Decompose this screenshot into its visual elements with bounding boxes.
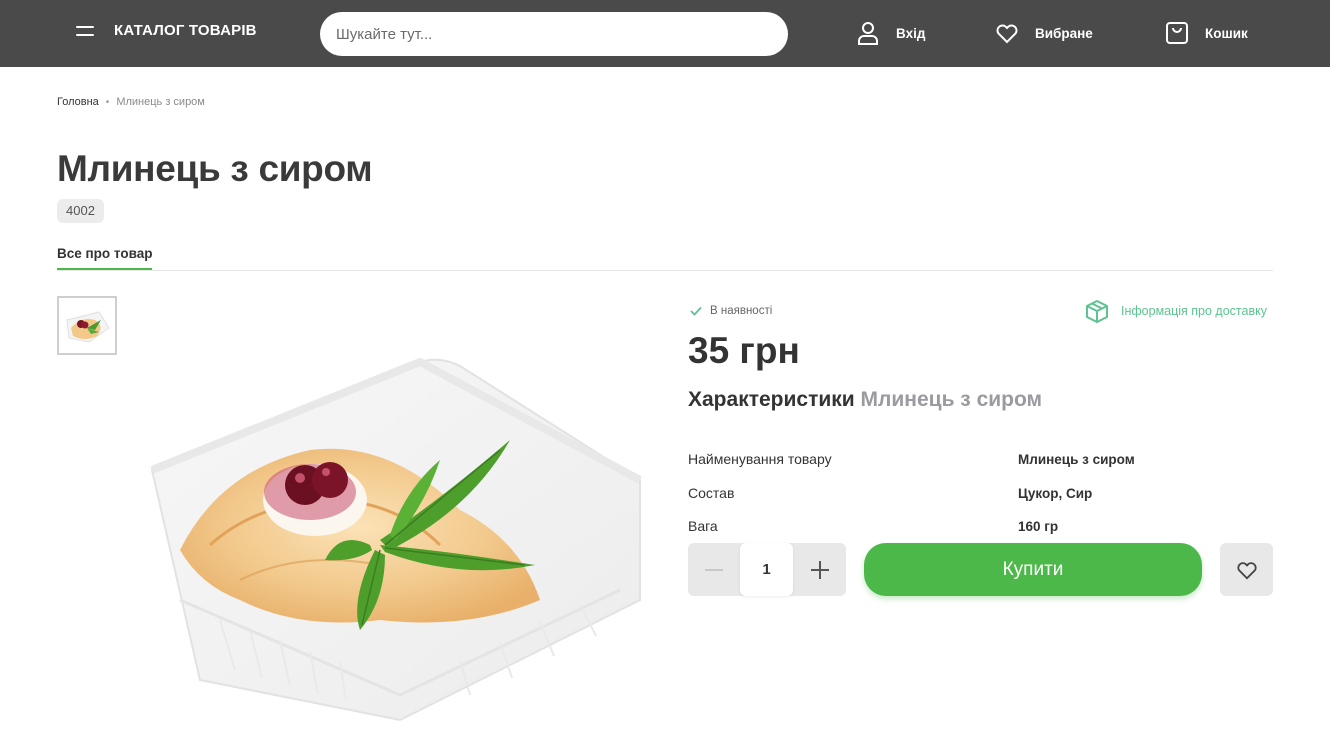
spec-value: Млинець з сиром [1018, 452, 1135, 467]
product-thumbnail[interactable] [57, 296, 117, 355]
add-to-favorites-button[interactable] [1220, 543, 1273, 596]
shopping-bag-icon [1166, 22, 1188, 44]
spec-label: Вага [688, 518, 718, 534]
spec-label: Найменування товару [688, 451, 832, 467]
breadcrumb: Головна • Млинець з сиром [57, 96, 205, 108]
delivery-info-link[interactable]: Інформація про доставку [1083, 297, 1267, 325]
product-price: 35 грн [688, 330, 800, 371]
delivery-info-label: Інформація про доставку [1121, 304, 1267, 318]
spec-value: 160 гр [1018, 519, 1059, 534]
buy-button[interactable]: Купити [864, 543, 1202, 596]
product-sku-badge: 4002 [57, 199, 104, 223]
quantity-input[interactable] [740, 543, 793, 596]
cart-button[interactable]: Кошик [1165, 20, 1248, 46]
product-main-image [140, 300, 660, 730]
catalog-menu-button[interactable]: КАТАЛОГ ТОВАРІВ [76, 22, 257, 39]
favorites-label: Вибране [1035, 25, 1093, 41]
product-title: Млинець з сиром [57, 148, 373, 189]
characteristics-title: Характеристики [688, 388, 855, 411]
thumbnail-image [59, 298, 115, 353]
search-input[interactable] [320, 12, 788, 56]
breadcrumb-home-link[interactable]: Головна [57, 96, 99, 108]
checkmark-icon [690, 306, 702, 316]
decrease-quantity-button[interactable] [688, 543, 740, 596]
site-header: КАТАЛОГ ТОВАРІВ Вхід Вибране Кошик [0, 0, 1330, 67]
plus-icon [811, 560, 829, 579]
characteristics-heading: Характеристики Млинець з сиром [688, 388, 1042, 412]
spec-value: Цукор, Сир [1018, 486, 1093, 501]
spec-label: Состав [688, 485, 735, 501]
characteristics-subject: Млинець з сиром [860, 388, 1043, 411]
minus-icon [705, 568, 723, 571]
catalog-label: КАТАЛОГ ТОВАРІВ [114, 22, 257, 39]
login-label: Вхід [896, 25, 926, 41]
tab-all-about-product[interactable]: Все про товар [57, 246, 153, 271]
user-icon [858, 22, 878, 45]
breadcrumb-current: Млинець з сиром [116, 96, 205, 108]
tab-divider [57, 270, 1273, 271]
package-box-icon [1086, 300, 1108, 323]
menu-icon [76, 24, 96, 38]
stock-status: В наявності [690, 305, 772, 317]
heart-icon [1236, 561, 1257, 580]
breadcrumb-separator: • [105, 96, 110, 108]
login-button[interactable]: Вхід [856, 20, 925, 46]
increase-quantity-button[interactable] [794, 543, 846, 596]
cart-label: Кошик [1205, 25, 1248, 41]
heart-icon [996, 24, 1018, 44]
stock-status-label: В наявності [710, 305, 773, 317]
favorites-button[interactable]: Вибране [995, 20, 1093, 46]
quantity-stepper [688, 543, 846, 596]
